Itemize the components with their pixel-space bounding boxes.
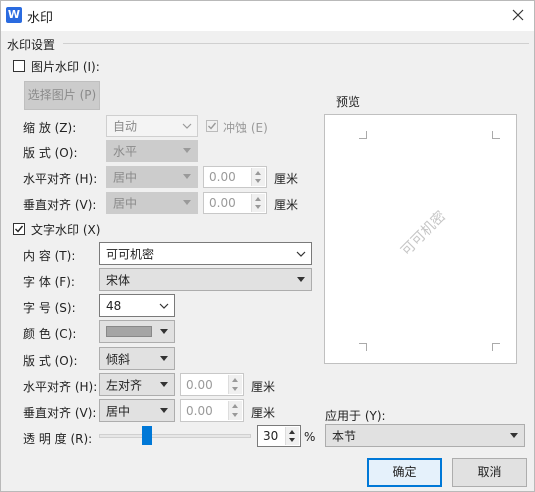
transparency-slider-track[interactable]: [99, 434, 251, 438]
percent-sign: %: [304, 430, 316, 444]
close-button[interactable]: [506, 4, 530, 26]
picture-valign-unit: 厘米: [274, 198, 299, 212]
text-layout-label: 版 式 (O):: [23, 354, 78, 368]
text-halign-value: 左对齐: [106, 378, 143, 392]
apply-to-combo[interactable]: 本节: [325, 424, 525, 447]
washout-label: 冲蚀 (E): [223, 121, 268, 135]
title-bar: W 水印: [1, 1, 534, 31]
close-icon: [512, 9, 524, 21]
picture-valign-combo[interactable]: 居中: [106, 192, 198, 214]
font-combo[interactable]: 宋体: [99, 268, 312, 291]
size-label: 字 号 (S):: [23, 301, 76, 315]
group-divider: [63, 43, 529, 44]
size-combo[interactable]: 48: [99, 294, 175, 317]
font-value: 宋体: [106, 273, 131, 287]
spin-down-icon[interactable]: [228, 410, 242, 420]
dropdown-arrow-icon: [160, 328, 168, 334]
picture-halign-unit: 厘米: [274, 172, 299, 186]
preview-label: 预览: [336, 95, 361, 109]
page-corner-mark: [359, 131, 367, 139]
chevron-down-icon: [159, 303, 169, 309]
spin-down-icon[interactable]: [251, 176, 265, 186]
group-title: 水印设置: [7, 38, 56, 52]
cancel-button[interactable]: 取消: [452, 458, 527, 487]
picture-valign-label: 垂直对齐 (V):: [23, 198, 97, 212]
chevron-down-icon: [182, 123, 192, 129]
scale-value: 自动: [113, 119, 138, 134]
wps-writer-icon: W: [6, 7, 22, 23]
dropdown-arrow-icon: [160, 407, 168, 413]
text-valign-value: 居中: [106, 404, 131, 418]
text-halign-unit: 厘米: [251, 380, 276, 394]
picture-halign-combo[interactable]: 居中: [106, 166, 198, 188]
picture-valign-offset-value: 0.00: [209, 196, 236, 210]
text-valign-unit: 厘米: [251, 406, 276, 420]
checkmark-icon: [208, 122, 217, 130]
transparency-value: 30: [263, 429, 279, 443]
dropdown-arrow-icon: [183, 200, 191, 205]
dropdown-arrow-icon: [160, 355, 168, 361]
picture-watermark-checkbox[interactable]: [13, 60, 25, 72]
checkmark-icon: [15, 225, 24, 233]
dropdown-arrow-icon: [183, 148, 191, 153]
ok-button[interactable]: 确定: [367, 458, 442, 487]
dropdown-arrow-icon: [160, 381, 168, 387]
preview-page: 可可机密: [324, 114, 517, 364]
picture-valign-offset-spinner[interactable]: 0.00: [203, 192, 267, 214]
scale-label: 缩 放 (Z):: [23, 121, 77, 135]
content-label: 内 容 (T):: [23, 249, 76, 263]
picture-watermark-label: 图片水印 (I):: [31, 60, 100, 74]
color-swatch: [106, 326, 152, 337]
window-title: 水印: [27, 11, 54, 26]
picture-halign-offset-spinner[interactable]: 0.00: [203, 166, 267, 188]
page-corner-mark: [359, 343, 367, 351]
page-corner-mark: [492, 131, 500, 139]
spin-down-icon[interactable]: [285, 435, 299, 445]
preview-watermark-text: 可可机密: [398, 208, 450, 260]
apply-to-value: 本节: [332, 429, 357, 443]
text-halign-label: 水平对齐 (H):: [23, 380, 98, 394]
dropdown-arrow-icon: [510, 432, 518, 438]
font-label: 字 体 (F):: [23, 275, 75, 289]
transparency-spinner[interactable]: 30: [257, 425, 301, 447]
apply-to-label: 应用于 (Y):: [325, 409, 386, 423]
page-corner-mark: [492, 343, 500, 351]
picture-layout-combo[interactable]: 水平: [106, 140, 198, 162]
size-value: 48: [106, 298, 122, 313]
text-valign-offset-spinner[interactable]: 0.00: [180, 399, 244, 422]
watermark-dialog: W 水印 水印设置 图片水印 (I): 选择图片 (P) 缩 放 (Z): 自动…: [0, 0, 535, 492]
text-halign-offset-spinner[interactable]: 0.00: [180, 373, 244, 396]
scale-combo[interactable]: 自动: [106, 115, 198, 137]
content-value: 可可机密: [106, 247, 155, 261]
chevron-down-icon: [296, 251, 306, 257]
picture-valign-value: 居中: [113, 196, 138, 211]
picture-halign-offset-value: 0.00: [209, 170, 236, 184]
picture-layout-label: 版 式 (O):: [23, 146, 78, 160]
text-valign-label: 垂直对齐 (V):: [23, 406, 97, 420]
picture-halign-value: 居中: [113, 170, 138, 185]
spin-down-icon[interactable]: [251, 202, 265, 212]
color-combo[interactable]: [99, 320, 175, 343]
select-picture-button[interactable]: 选择图片 (P): [24, 81, 100, 110]
transparency-slider-handle[interactable]: [141, 426, 152, 445]
picture-layout-value: 水平: [113, 144, 138, 159]
text-layout-combo[interactable]: 倾斜: [99, 347, 175, 370]
text-watermark-label: 文字水印 (X): [31, 223, 101, 237]
transparency-label: 透 明 度 (R):: [23, 432, 93, 446]
text-halign-offset-value: 0.00: [186, 377, 213, 392]
spin-down-icon[interactable]: [228, 384, 242, 394]
text-valign-offset-value: 0.00: [186, 403, 213, 418]
text-valign-combo[interactable]: 居中: [99, 399, 175, 422]
washout-checkbox[interactable]: [206, 120, 218, 132]
picture-halign-label: 水平对齐 (H):: [23, 172, 98, 186]
text-watermark-checkbox[interactable]: [13, 223, 25, 235]
color-label: 颜 色 (C):: [23, 327, 77, 341]
content-combo[interactable]: 可可机密: [99, 242, 312, 265]
text-layout-value: 倾斜: [106, 352, 131, 366]
text-halign-combo[interactable]: 左对齐: [99, 373, 175, 396]
dropdown-arrow-icon: [297, 276, 305, 282]
dropdown-arrow-icon: [183, 174, 191, 179]
